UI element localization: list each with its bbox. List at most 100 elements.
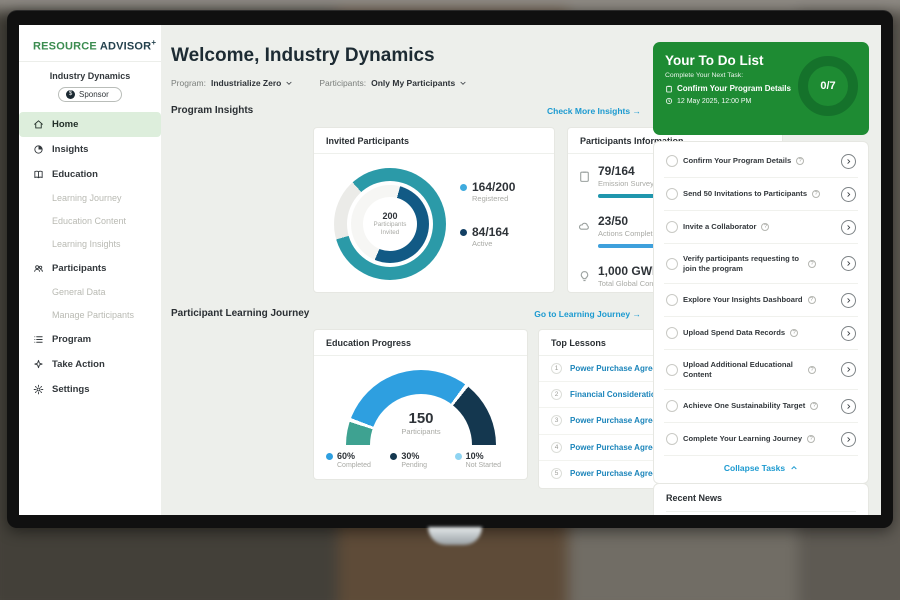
book-icon <box>33 169 44 180</box>
scene: RESOURCE ADVISOR+ Industry Dynamics $ Sp… <box>0 0 900 600</box>
sidebar-item-label: Education Content <box>52 216 126 226</box>
sponsor-label: Sponsor <box>79 90 109 99</box>
task-row: Achieve One Sustainability Target ? <box>664 390 858 423</box>
task-row: Send 50 Invitations to Participants ? <box>664 178 858 211</box>
task-checkbox[interactable] <box>666 400 678 412</box>
rank-badge: 1 <box>551 363 562 374</box>
task-open-button[interactable] <box>841 256 856 271</box>
task-checkbox[interactable] <box>666 221 678 233</box>
info-icon[interactable]: ? <box>812 190 820 198</box>
participants-value: Only My Participants <box>371 78 455 88</box>
todo-tasks-card: Confirm Your Program Details ? Send 50 I… <box>653 141 869 484</box>
task-checkbox[interactable] <box>666 188 678 200</box>
task-open-button[interactable] <box>841 326 856 341</box>
task-row: Verify participants requesting to join t… <box>664 244 858 284</box>
chevron-right-icon <box>845 330 852 337</box>
chevron-right-icon <box>845 436 852 443</box>
sidebar-item-label: Learning Insights <box>52 239 121 249</box>
chevron-right-icon <box>845 403 852 410</box>
go-to-learning-journey-link[interactable]: Go to Learning Journey → <box>534 309 641 319</box>
chevron-right-icon <box>845 191 852 198</box>
task-checkbox[interactable] <box>666 364 678 376</box>
sidebar-nav: Home Insights Education Learning Journey… <box>19 112 161 402</box>
section-title: Program Insights <box>171 105 253 116</box>
info-icon[interactable]: ? <box>790 329 798 337</box>
sidebar-item-education[interactable]: Education <box>19 162 161 187</box>
chevron-right-icon <box>845 297 852 304</box>
task-open-button[interactable] <box>841 154 856 169</box>
chevron-right-icon <box>845 158 852 165</box>
chevron-right-icon <box>845 366 852 373</box>
card-title: Invited Participants <box>314 128 554 154</box>
info-icon[interactable]: ? <box>808 366 816 374</box>
task-open-button[interactable] <box>841 399 856 414</box>
program-insights-header: Program Insights Check More Insights → <box>171 105 641 116</box>
task-checkbox[interactable] <box>666 433 678 445</box>
sidebar-item-education-content[interactable]: Education Content <box>19 210 161 233</box>
chevron-down-icon <box>459 79 467 87</box>
card-title: Education Progress <box>314 330 527 356</box>
gauge-legend: 60% Completed 30% Pending 10% Not Starte… <box>326 451 519 469</box>
info-icon[interactable]: ? <box>808 260 816 268</box>
todo-progress-ring: 0/7 <box>798 56 858 116</box>
sidebar-item-program[interactable]: Program <box>19 327 161 352</box>
chevron-up-icon <box>790 464 798 472</box>
donut-legend: 164/200 Registered 84/164 Active <box>460 180 515 270</box>
legend-dot <box>326 453 333 460</box>
task-open-button[interactable] <box>841 187 856 202</box>
task-checkbox[interactable] <box>666 258 678 270</box>
task-open-button[interactable] <box>841 362 856 377</box>
sidebar-item-label: Settings <box>52 384 89 395</box>
sidebar-item-manage-participants[interactable]: Manage Participants <box>19 304 161 327</box>
task-open-button[interactable] <box>841 220 856 235</box>
info-icon[interactable]: ? <box>810 402 818 410</box>
invited-participants-card: Invited Participants 200 Participants In… <box>313 127 555 293</box>
sidebar-item-participants[interactable]: Participants <box>19 256 161 281</box>
task-row: Confirm Your Program Details ? <box>664 145 858 178</box>
sidebar-item-label: General Data <box>52 287 106 297</box>
clock-icon <box>665 97 673 105</box>
arrow-right-icon: → <box>633 309 642 319</box>
task-row: Explore Your Insights Dashboard ? <box>664 284 858 317</box>
page-title: Welcome, Industry Dynamics <box>171 45 435 67</box>
participants-dropdown[interactable]: Participants: Only My Participants <box>319 78 467 88</box>
task-open-button[interactable] <box>841 432 856 447</box>
info-icon[interactable]: ? <box>808 296 816 304</box>
info-icon[interactable]: ? <box>761 223 769 231</box>
section-title: Participant Learning Journey <box>171 308 309 319</box>
sidebar-item-label: Insights <box>52 144 88 155</box>
clipboard-icon <box>578 170 591 183</box>
info-icon[interactable]: ? <box>796 157 804 165</box>
dashboard-screen: RESOURCE ADVISOR+ Industry Dynamics $ Sp… <box>19 25 881 515</box>
program-value: Industrialize Zero <box>211 78 281 88</box>
program-dropdown[interactable]: Program: Industrialize Zero <box>171 78 293 88</box>
sidebar-item-settings[interactable]: Settings <box>19 377 161 402</box>
info-icon[interactable]: ? <box>807 435 815 443</box>
legend-dot <box>455 453 462 460</box>
sidebar-item-general-data[interactable]: General Data <box>19 281 161 304</box>
todo-column: Your To Do List Complete Your Next Task:… <box>653 25 869 515</box>
main-content: Welcome, Industry Dynamics Program: Indu… <box>161 25 653 515</box>
legend-dot <box>460 229 467 236</box>
sidebar-item-label: Learning Journey <box>52 193 122 203</box>
todo-hero-card: Your To Do List Complete Your Next Task:… <box>653 42 869 135</box>
collapse-tasks-link[interactable]: Collapse Tasks <box>664 456 858 480</box>
donut-center: 200 Participants Invited <box>334 168 446 280</box>
lightbulb-icon <box>578 270 591 283</box>
sidebar-item-home[interactable]: Home <box>19 112 161 137</box>
sidebar-item-learning-insights[interactable]: Learning Insights <box>19 233 161 256</box>
sidebar-item-insights[interactable]: Insights <box>19 137 161 162</box>
sidebar-item-label: Participants <box>52 263 106 274</box>
task-checkbox[interactable] <box>666 327 678 339</box>
task-checkbox[interactable] <box>666 294 678 306</box>
check-more-insights-link[interactable]: Check More Insights → <box>547 106 641 116</box>
sidebar-item-learning-journey[interactable]: Learning Journey <box>19 187 161 210</box>
rank-badge: 3 <box>551 415 562 426</box>
sponsor-badge: $ Sponsor <box>58 87 122 102</box>
chevron-right-icon <box>845 224 852 231</box>
logo-primary: RESOURCE <box>33 41 97 53</box>
logo-secondary: ADVISOR <box>100 41 152 53</box>
task-checkbox[interactable] <box>666 155 678 167</box>
sidebar-item-take-action[interactable]: Take Action <box>19 352 161 377</box>
task-open-button[interactable] <box>841 293 856 308</box>
